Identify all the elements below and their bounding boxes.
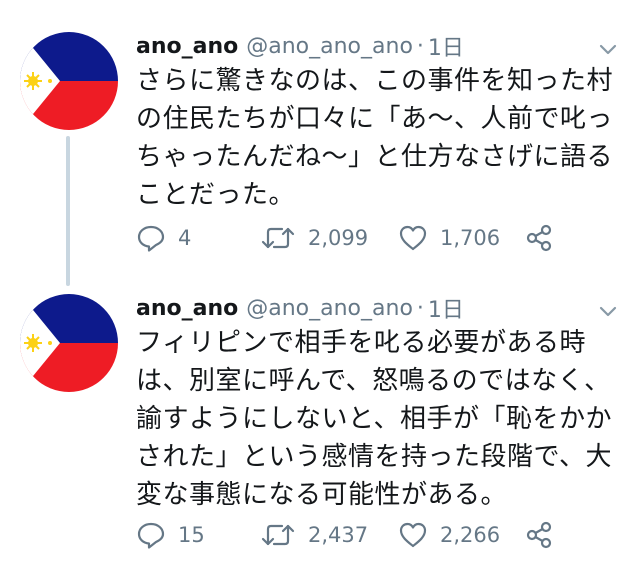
tweet[interactable]: ano_ano @ano_ano_ano · 1日 さらに驚きなのは、この事件を… — [0, 0, 640, 290]
share-icon — [526, 224, 552, 252]
timestamp[interactable]: 1日 — [428, 292, 464, 324]
reply-icon — [137, 225, 165, 252]
chevron-down-icon — [599, 306, 617, 317]
reply-button[interactable]: 15 — [136, 518, 205, 552]
timestamp[interactable]: 1日 — [428, 30, 464, 62]
like-icon — [399, 522, 427, 548]
reply-count: 15 — [178, 523, 205, 547]
display-name[interactable]: ano_ano — [136, 296, 238, 321]
tweet-text: フィリピンで相手を叱る必要がある時は、別室に呼んで、怒鳴るのではなく、諭すように… — [136, 328, 612, 510]
retweet-count: 2,437 — [308, 523, 369, 547]
retweet-button[interactable]: 2,099 — [260, 221, 368, 255]
retweet-button[interactable]: 2,437 — [260, 518, 368, 552]
thread-line — [66, 136, 70, 286]
tweet-actions: 4 2,099 1,706 — [136, 221, 616, 255]
like-button[interactable]: 1,706 — [398, 221, 500, 255]
chevron-down-icon — [599, 44, 617, 55]
like-count: 1,706 — [440, 226, 501, 250]
user-handle[interactable]: @ano_ano_ano — [246, 34, 413, 59]
tweet-header: ano_ano @ano_ano_ano · 1日 — [136, 290, 464, 326]
tweet[interactable]: ano_ano @ano_ano_ano · 1日 フィリピンで相手を叱る必要が… — [0, 290, 640, 563]
share-icon — [526, 521, 552, 549]
share-button[interactable] — [524, 518, 554, 552]
user-handle[interactable]: @ano_ano_ano — [246, 296, 413, 321]
retweet-count: 2,099 — [308, 226, 369, 250]
tweet-header: ano_ano @ano_ano_ano · 1日 — [136, 28, 464, 64]
retweet-icon — [261, 524, 295, 546]
display-name[interactable]: ano_ano — [136, 34, 238, 59]
like-button[interactable]: 2,266 — [398, 518, 500, 552]
avatar[interactable] — [20, 294, 118, 392]
separator-dot: · — [416, 33, 424, 59]
reply-button[interactable]: 4 — [136, 221, 191, 255]
share-button[interactable] — [524, 221, 554, 255]
like-icon — [399, 225, 427, 251]
like-count: 2,266 — [440, 523, 501, 547]
philippines-flag-avatar — [20, 32, 118, 130]
separator-dot: · — [416, 295, 424, 321]
retweet-icon — [261, 227, 295, 249]
tweet-actions: 15 2,437 2,266 — [136, 518, 616, 552]
reply-icon — [137, 522, 165, 549]
tweet-menu-button[interactable] — [598, 304, 618, 318]
tweet-text: さらに驚きなのは、この事件を知った村の住民たちが口々に「あ〜、人前で叱っちゃった… — [136, 66, 614, 210]
tweet-menu-button[interactable] — [598, 42, 618, 56]
reply-count: 4 — [178, 226, 192, 250]
avatar[interactable] — [20, 32, 118, 130]
philippines-flag-avatar — [20, 294, 118, 392]
